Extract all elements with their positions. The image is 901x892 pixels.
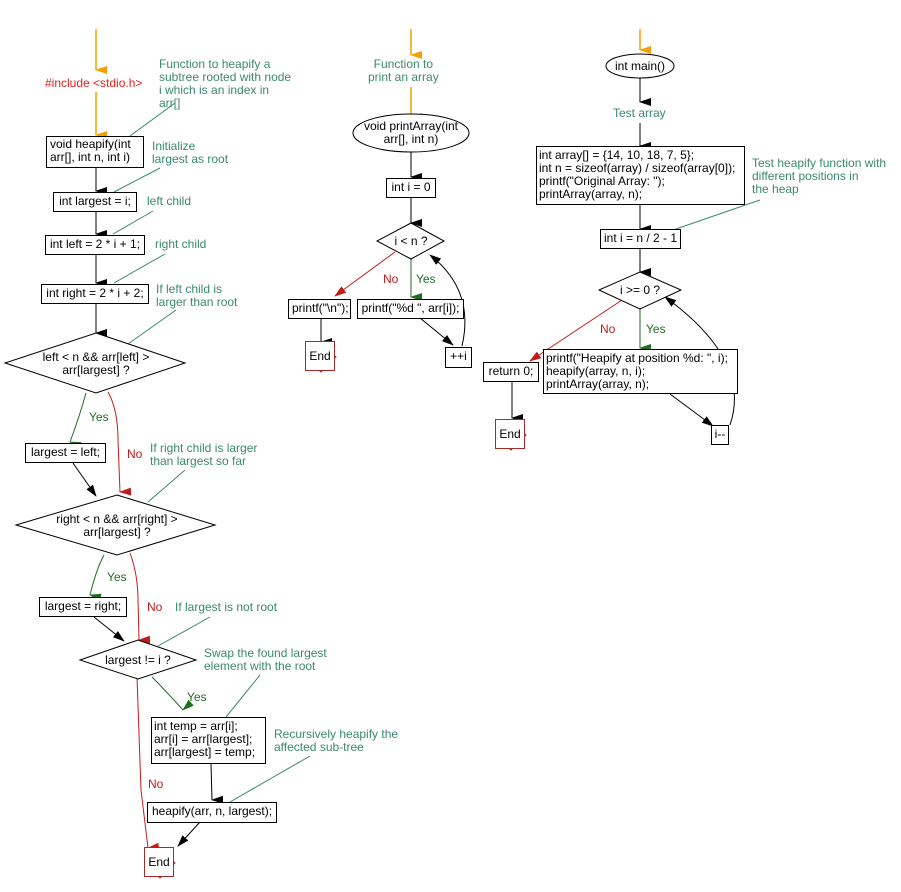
no-label-1: No (127, 447, 143, 461)
print-init-i-box: int i = 0 (386, 178, 436, 198)
recurse-box: heapify(arr, n, largest); (147, 802, 277, 823)
print-decision-label: i < n ? (394, 234, 428, 248)
yes-label-1: Yes (89, 410, 109, 424)
comment-swap: Swap the found largest element with the … (204, 646, 327, 673)
heapify-signature: void heapify(int arr[], int n, int i) (46, 136, 144, 168)
comment-test-array: Test array (613, 106, 666, 120)
main-no-label: No (600, 322, 616, 336)
print-yes-label: Yes (416, 272, 436, 286)
return-box: return 0; (483, 362, 539, 382)
main-signature-label: int main() (614, 59, 665, 73)
comment-test-heapify: Test heapify function with different pos… (752, 156, 887, 196)
comment-right-child: right child (155, 237, 207, 251)
no-label-3: No (148, 777, 164, 791)
comment-heapify: Function to heapify a subtree rooted wit… (159, 57, 292, 110)
include-directive: #include <stdio.h> (45, 76, 143, 90)
yes-label-3: Yes (187, 690, 207, 704)
print-signature-label: void printArray(int arr[], int n) (363, 119, 459, 146)
comment-init-largest: Initialize largest as root (152, 139, 229, 166)
printf-element-box: printf("%d ", arr[i]); (357, 299, 464, 319)
assign-right-box: largest = right; (39, 597, 127, 617)
decrement-box: i-- (711, 425, 729, 445)
print-end-label: End (309, 349, 331, 363)
main-loop-body-box: printf("Heapify at position %d: ", i); h… (543, 349, 738, 394)
main-end-label: End (499, 427, 521, 441)
heapify-end-label: End (148, 855, 170, 869)
main-init-i-box: int i = n / 2 - 1 (600, 229, 681, 249)
swap-box: int temp = arr[i]; arr[i] = arr[largest]… (151, 717, 266, 764)
comment-not-root: If largest is not root (175, 600, 278, 614)
comment-left-child: left child (147, 194, 192, 208)
decision-not-root-label: largest != i ? (105, 653, 171, 667)
decision-right-label: right < n && arr[right] > arr[largest] ? (56, 512, 178, 539)
assign-left-box: largest = left; (25, 443, 106, 463)
heapify-end-terminal: End (144, 847, 174, 877)
printf-newline-box: printf("\n"); (288, 299, 351, 319)
decision-left-label: left < n && arr[left] > arr[largest] ? (42, 350, 150, 377)
increment-box: ++i (445, 347, 472, 368)
main-yes-label: Yes (646, 322, 666, 336)
yes-label-2: Yes (107, 570, 127, 584)
comment-recursive: Recursively heapify the affected sub-tre… (274, 727, 399, 754)
comment-left-larger: If left child is larger than root (156, 282, 238, 309)
init-largest-box: int largest = i; (53, 192, 137, 212)
print-end-terminal: End (305, 341, 335, 371)
print-no-label: No (383, 272, 399, 286)
init-left-box: int left = 2 * i + 1; (45, 235, 145, 255)
comment-print-array: Function to print an array (368, 57, 439, 84)
no-label-2: No (147, 600, 163, 614)
main-decision-label: i >= 0 ? (619, 283, 661, 297)
main-end-terminal: End (495, 419, 525, 449)
comment-right-larger: If right child is larger than largest so… (150, 441, 258, 468)
init-right-box: int right = 2 * i + 2; (41, 284, 149, 304)
main-setup-box: int array[] = {14, 10, 18, 7, 5}; int n … (536, 146, 745, 205)
